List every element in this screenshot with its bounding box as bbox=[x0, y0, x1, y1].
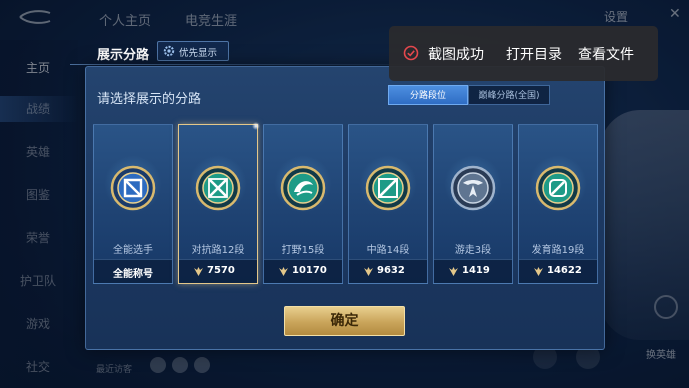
dialog-title: 展示分路 bbox=[97, 48, 150, 63]
combat-power-icon bbox=[364, 267, 373, 276]
lane-card-mid[interactable]: 中路14段 9632 bbox=[348, 124, 428, 284]
card-bottom-bar: 10170 bbox=[264, 259, 342, 283]
dialog-prompt: 请选择展示的分路 bbox=[97, 92, 202, 107]
toast-message: 截图成功 bbox=[428, 47, 484, 63]
farm-lane-emblem-icon bbox=[535, 165, 581, 211]
combat-power-icon bbox=[194, 267, 203, 276]
card-bottom-bar: 1419 bbox=[434, 259, 512, 283]
view-file-link[interactable]: 查看文件 bbox=[578, 44, 634, 64]
roam-emblem-icon bbox=[450, 165, 496, 211]
combat-power-icon bbox=[279, 267, 288, 276]
gear-icon bbox=[163, 45, 175, 57]
lane-role-label: 游走3段 bbox=[454, 245, 492, 256]
combat-power-value: 14622 bbox=[547, 265, 582, 276]
open-folder-link[interactable]: 打开目录 bbox=[506, 44, 562, 64]
jungle-emblem-icon bbox=[280, 165, 326, 211]
priority-display-button[interactable]: 优先显示 bbox=[157, 41, 229, 61]
combat-power-value: 9632 bbox=[377, 265, 405, 276]
combat-power-value: 10170 bbox=[292, 265, 327, 276]
tab-lane-rank[interactable]: 分路段位 bbox=[388, 85, 468, 105]
card-bottom-bar: 9632 bbox=[349, 259, 427, 283]
priority-display-label: 优先显示 bbox=[179, 48, 218, 59]
lane-card-all-rounder[interactable]: 全能选手 全能称号 bbox=[93, 124, 173, 284]
all-rounder-emblem-icon bbox=[110, 165, 156, 211]
lane-card-farm[interactable]: 发育路19段 14622 bbox=[518, 124, 598, 284]
clash-lane-emblem-icon bbox=[195, 165, 241, 211]
lane-role-label: 对抗路12段 bbox=[191, 245, 245, 256]
mid-lane-emblem-icon bbox=[365, 165, 411, 211]
lane-card-clash[interactable]: 对抗路12段 7570 bbox=[178, 122, 260, 284]
lane-card-roam[interactable]: 游走3段 1419 bbox=[433, 124, 513, 284]
lane-role-label: 全能选手 bbox=[113, 245, 153, 256]
check-circle-icon bbox=[403, 45, 419, 61]
lane-role-label: 中路14段 bbox=[366, 245, 410, 256]
card-bottom-bar: 14622 bbox=[519, 259, 597, 283]
confirm-button[interactable]: 确定 bbox=[284, 306, 405, 336]
selection-spark bbox=[252, 122, 260, 130]
combat-power-icon bbox=[534, 267, 543, 276]
card-bottom-bar: 全能称号 bbox=[94, 259, 172, 283]
lane-card-jungle[interactable]: 打野15段 10170 bbox=[263, 124, 343, 284]
all-round-title-label: 全能称号 bbox=[113, 269, 153, 280]
combat-power-value: 7570 bbox=[207, 265, 235, 276]
tab-peak-lane-national[interactable]: 巅峰分路(全国) bbox=[468, 85, 550, 105]
combat-power-value: 1419 bbox=[462, 265, 490, 276]
screenshot-toast: 截图成功 打开目录 查看文件 bbox=[389, 26, 658, 81]
card-bottom-bar: 7570 bbox=[179, 259, 257, 283]
lane-role-label: 发育路19段 bbox=[531, 245, 585, 256]
combat-power-icon bbox=[449, 267, 458, 276]
lane-role-label: 打野15段 bbox=[281, 245, 325, 256]
